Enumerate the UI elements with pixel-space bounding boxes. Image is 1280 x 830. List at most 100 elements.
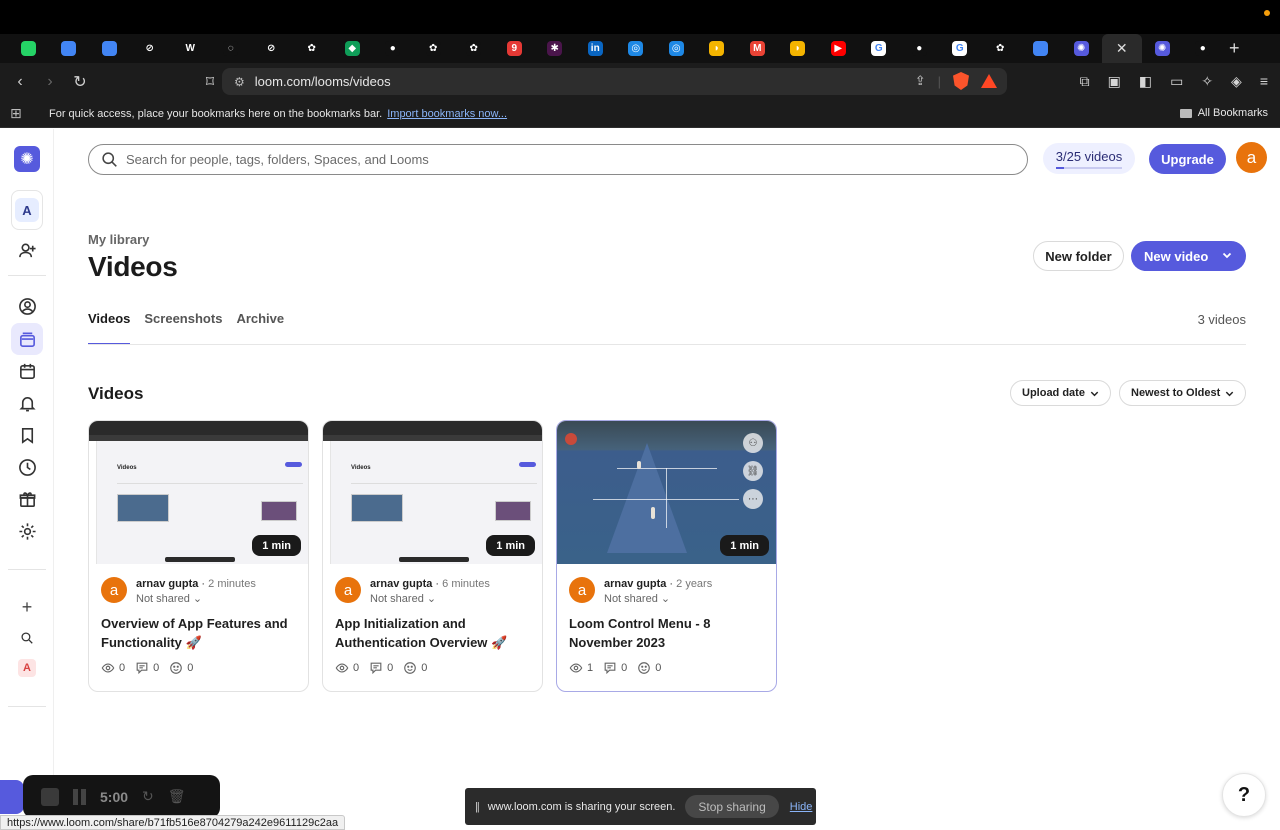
- browser-tab[interactable]: [49, 34, 90, 63]
- hide-share-bar-link[interactable]: Hide: [790, 801, 813, 813]
- user-avatar[interactable]: a: [1236, 142, 1267, 173]
- author-name[interactable]: arnav gupta: [604, 578, 666, 590]
- author-name[interactable]: arnav gupta: [370, 578, 432, 590]
- browser-tab[interactable]: ●: [899, 34, 940, 63]
- stop-sharing-button[interactable]: Stop sharing: [685, 795, 779, 818]
- browser-tab[interactable]: ▶: [818, 34, 859, 63]
- bookmark-icon[interactable]: ⌑: [198, 70, 222, 94]
- sidebar-item-meetings[interactable]: [11, 355, 43, 387]
- sidebar-item-settings[interactable]: [11, 515, 43, 547]
- share-status-dropdown[interactable]: Not shared ⌄: [370, 592, 436, 605]
- new-folder-button[interactable]: New folder: [1033, 241, 1124, 271]
- browser-tab[interactable]: ⊘: [251, 34, 292, 63]
- browser-tab[interactable]: ✿: [980, 34, 1021, 63]
- video-card[interactable]: Videos 1 min a arnav gupta · 2 minutes N…: [88, 420, 309, 692]
- share-page-icon[interactable]: ⇪: [915, 73, 926, 89]
- browser-tab[interactable]: W: [170, 34, 211, 63]
- sidebar-item-gifts[interactable]: [11, 483, 43, 515]
- video-thumbnail[interactable]: Videos 1 min: [89, 421, 308, 564]
- media-icon[interactable]: ▣: [1108, 73, 1121, 90]
- author-avatar[interactable]: a: [569, 577, 595, 603]
- video-quota-badge[interactable]: 3/25 videos: [1043, 143, 1135, 174]
- tab-archive[interactable]: Archive: [236, 311, 284, 345]
- breadcrumb[interactable]: My library: [88, 232, 149, 247]
- browser-tab[interactable]: [89, 34, 130, 63]
- upgrade-button[interactable]: Upgrade: [1149, 144, 1226, 174]
- sidebar-item-notifications[interactable]: [11, 387, 43, 419]
- browser-tab[interactable]: ✿: [454, 34, 495, 63]
- browser-tab[interactable]: [1021, 34, 1062, 63]
- recorder-handle[interactable]: [0, 780, 24, 814]
- sidebar-workspace-item[interactable]: A: [11, 652, 43, 684]
- vpn-icon[interactable]: ◈: [1231, 73, 1242, 90]
- sidebar-search-icon[interactable]: [11, 622, 43, 654]
- browser-tab[interactable]: ◌: [211, 34, 252, 63]
- drag-handle-icon[interactable]: ||: [475, 801, 480, 813]
- sidebar-item-history[interactable]: [11, 451, 43, 483]
- apps-grid-icon[interactable]: ⊞: [10, 105, 30, 122]
- sidebar-item-watch-later[interactable]: [11, 419, 43, 451]
- browser-tab[interactable]: 9: [494, 34, 535, 63]
- share-status-dropdown[interactable]: Not shared ⌄: [136, 592, 202, 605]
- workspace-switcher[interactable]: A: [11, 190, 43, 230]
- pause-button[interactable]: [73, 788, 86, 805]
- browser-tab[interactable]: ◎: [656, 34, 697, 63]
- browser-tab[interactable]: ✿: [413, 34, 454, 63]
- sort-field-dropdown[interactable]: Upload date: [1010, 380, 1111, 406]
- browser-tab[interactable]: M: [737, 34, 778, 63]
- video-thumbnail[interactable]: ⚇ ⛓ ⋯ 1 min: [557, 421, 776, 564]
- import-bookmarks-link[interactable]: Import bookmarks now...: [387, 108, 507, 120]
- browser-tab[interactable]: ●: [373, 34, 414, 63]
- browser-tab[interactable]: G: [940, 34, 981, 63]
- browser-tab[interactable]: ⊘: [130, 34, 171, 63]
- invite-user-icon[interactable]: [11, 234, 43, 266]
- browser-tab[interactable]: ✺: [1061, 34, 1102, 63]
- video-card[interactable]: ⚇ ⛓ ⋯ 1 min a arnav gupta · 2 years Not …: [556, 420, 777, 692]
- sidebar-item-home[interactable]: [11, 290, 43, 322]
- browser-tab[interactable]: ◗: [778, 34, 819, 63]
- restart-icon[interactable]: ↻: [142, 788, 154, 805]
- tab-screenshots[interactable]: Screenshots: [144, 311, 222, 345]
- author-name[interactable]: arnav gupta: [136, 578, 198, 590]
- omnibox[interactable]: ⚙ loom.com/looms/videos ⇪ |: [222, 68, 1007, 95]
- video-thumbnail[interactable]: Videos 1 min: [323, 421, 542, 564]
- back-icon[interactable]: ‹: [8, 70, 32, 94]
- stop-recording-button[interactable]: [41, 787, 59, 806]
- reload-icon[interactable]: ↻: [68, 70, 92, 94]
- browser-tab[interactable]: ●: [1183, 34, 1224, 63]
- add-icon[interactable]: +: [11, 591, 43, 623]
- search-bar[interactable]: [88, 144, 1028, 175]
- browser-tab[interactable]: ◗: [697, 34, 738, 63]
- more-options-icon[interactable]: ⋯: [743, 489, 763, 509]
- delete-icon[interactable]: 🗑: [168, 788, 186, 805]
- browser-tab-active[interactable]: ✕: [1101, 34, 1142, 63]
- add-person-icon[interactable]: ⚇: [743, 433, 763, 453]
- brave-shields-icon[interactable]: [953, 72, 969, 90]
- forward-icon[interactable]: ›: [38, 70, 62, 94]
- extensions-icon[interactable]: ⧉: [1080, 73, 1090, 90]
- sidebar-item-library[interactable]: [11, 323, 43, 355]
- sort-order-dropdown[interactable]: Newest to Oldest: [1119, 380, 1246, 406]
- leo-ai-icon[interactable]: ✧: [1201, 73, 1213, 90]
- loom-logo-icon[interactable]: ✺: [14, 146, 40, 172]
- video-title[interactable]: App Initialization and Authentication Ov…: [335, 614, 531, 652]
- all-bookmarks-button[interactable]: All Bookmarks: [1179, 107, 1268, 119]
- new-video-button[interactable]: New video: [1131, 241, 1246, 271]
- sidebar-toggle-icon[interactable]: ◧: [1139, 73, 1152, 90]
- browser-tab[interactable]: G: [859, 34, 900, 63]
- site-settings-icon[interactable]: ⚙: [234, 75, 245, 89]
- new-tab-button[interactable]: +: [1229, 38, 1240, 59]
- browser-tab[interactable]: ✿: [292, 34, 333, 63]
- menu-icon[interactable]: ≡: [1260, 73, 1268, 90]
- tab-videos[interactable]: Videos: [88, 311, 131, 345]
- video-card[interactable]: Videos 1 min a arnav gupta · 6 minutes N…: [322, 420, 543, 692]
- author-avatar[interactable]: a: [335, 577, 361, 603]
- brave-rewards-icon[interactable]: [981, 74, 997, 88]
- browser-tab[interactable]: ◎: [616, 34, 657, 63]
- browser-tab[interactable]: ✱: [535, 34, 576, 63]
- browser-tab[interactable]: [8, 34, 49, 63]
- author-avatar[interactable]: a: [101, 577, 127, 603]
- browser-tab[interactable]: ◆: [332, 34, 373, 63]
- search-input[interactable]: [126, 152, 986, 167]
- video-title[interactable]: Overview of App Features and Functionali…: [101, 614, 297, 652]
